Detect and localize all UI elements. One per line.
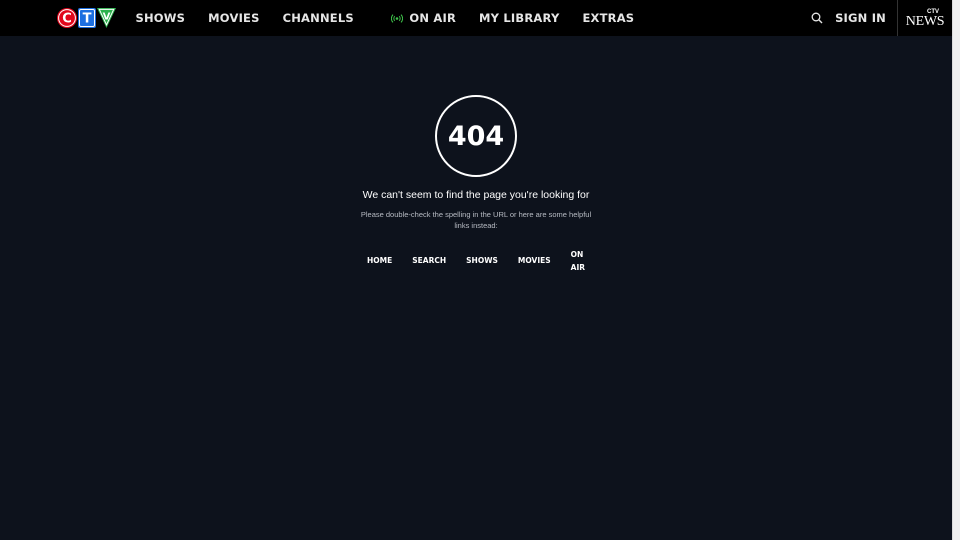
nav-channels-label: CHANNELS: [282, 11, 354, 25]
nav-shows-label: SHOWS: [135, 11, 186, 25]
header-right: SIGN IN CTV NEWS: [805, 0, 952, 36]
link-on-air[interactable]: ON AIR: [561, 248, 595, 274]
link-movies[interactable]: MOVIES: [508, 254, 561, 267]
nav-movies[interactable]: MOVIES: [197, 0, 271, 36]
nav-extras-label: EXTRAS: [582, 11, 635, 25]
ctv-logo[interactable]: C T V: [57, 7, 117, 29]
nav-on-air-label: ON AIR: [409, 11, 457, 25]
link-shows[interactable]: SHOWS: [456, 254, 508, 267]
sign-in-link[interactable]: SIGN IN: [835, 11, 897, 25]
broadcast-icon: [391, 13, 404, 23]
error-message: Please double-check the spelling in the …: [360, 210, 592, 230]
nav-my-library[interactable]: MY LIBRARY: [468, 0, 571, 36]
ctv-news-logo[interactable]: CTV NEWS: [897, 0, 952, 36]
nav-on-air[interactable]: ON AIR: [365, 0, 467, 36]
ctv-news-logo-word: NEWS: [905, 13, 945, 29]
error-headline: We can't seem to find the page you're lo…: [362, 189, 590, 201]
link-search[interactable]: SEARCH: [402, 254, 456, 267]
svg-text:T: T: [83, 12, 92, 27]
svg-text:C: C: [62, 12, 72, 27]
link-home[interactable]: HOME: [357, 254, 402, 267]
helpful-links: HOME SEARCH SHOWS MOVIES ON AIR: [357, 250, 594, 272]
error-code: 404: [447, 120, 505, 152]
search-icon: [811, 12, 823, 24]
nav-movies-label: MOVIES: [208, 11, 260, 25]
error-code-circle: 404: [435, 95, 517, 177]
main-nav: SHOWS MOVIES CHANNELS ON AIR MY LIBRARY …: [124, 0, 646, 36]
nav-my-library-label: MY LIBRARY: [479, 11, 560, 25]
nav-shows[interactable]: SHOWS: [124, 0, 197, 36]
search-button[interactable]: [805, 0, 829, 36]
nav-extras[interactable]: EXTRAS: [571, 0, 646, 36]
page-scrollbar[interactable]: [952, 0, 960, 540]
nav-channels[interactable]: CHANNELS: [271, 0, 365, 36]
svg-text:V: V: [103, 12, 111, 23]
top-navigation-bar: C T V SHOWS MOVIES CHANNELS ON AIR MY LI…: [0, 0, 952, 36]
